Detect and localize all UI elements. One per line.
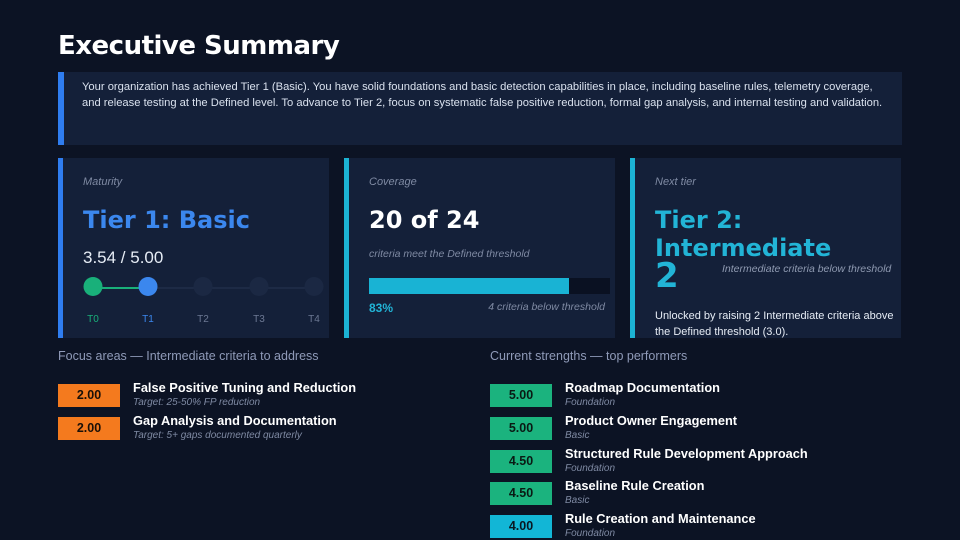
next-tier-name: Tier 2: Intermediate	[655, 206, 832, 262]
criterion-name: Roadmap Documentation	[565, 380, 720, 395]
tier-step-dot	[138, 277, 158, 296]
next-tier-label: Next tier	[655, 176, 696, 188]
criterion-tier: Basic	[565, 495, 590, 507]
criterion-name: Baseline Rule Creation	[565, 478, 705, 494]
next-tier-count-note: Intermediate criteria below threshold	[722, 263, 892, 275]
criterion-name: Structured Rule Development Approach	[565, 445, 808, 461]
tier-step-dot	[304, 277, 324, 296]
criterion-target: Target: 5+ gaps documented quarterly	[133, 430, 302, 441]
coverage-subtext: criteria meet the Defined threshold	[369, 248, 530, 260]
score-badge: 2.00	[58, 417, 120, 440]
score-badge: 4.00	[490, 515, 552, 539]
maturity-card: Maturity Tier 1: Basic 3.54 / 5.00 T0 T1 T…	[58, 158, 329, 338]
score-badge: 2.00	[58, 384, 120, 407]
tier-step-label: T1	[142, 314, 154, 325]
coverage-percent: 83%	[369, 301, 394, 315]
score-badge: 5.00	[490, 384, 552, 407]
criterion-name: False Positive Tuning and Reduction	[133, 380, 357, 395]
coverage-card: Coverage 20 of 24 criteria meet the Defi…	[344, 158, 615, 338]
criterion-name: Product Owner Engagement	[565, 412, 738, 428]
strengths-heading: Current strengths — top performers	[490, 349, 688, 363]
maturity-label: Maturity	[83, 176, 123, 188]
score-badge: 5.00	[490, 416, 552, 440]
tier-step-label: T0	[87, 314, 99, 325]
focus-areas-heading: Focus areas — Intermediate criteria to a…	[58, 349, 319, 363]
coverage-progress-bar	[369, 278, 610, 294]
next-tier-count: 2	[655, 256, 679, 296]
criterion-name: Gap Analysis and Documentation	[133, 413, 337, 428]
summary-callout: Your organization has achieved Tier 1 (B…	[58, 72, 902, 145]
coverage-note: 4 criteria below threshold	[488, 301, 605, 313]
tier-step-label: T2	[197, 314, 209, 325]
coverage-label: Coverage	[369, 176, 417, 188]
tier-step-label: T4	[308, 314, 320, 325]
criterion-tier: Basic	[565, 429, 590, 441]
criterion-name: Rule Creation and Maintenance	[565, 511, 756, 527]
next-tier-unlock-text: Unlocked by raising 2 Intermediate crite…	[655, 310, 894, 338]
criterion-target: Target: 25-50% FP reduction	[133, 397, 261, 408]
page-title: Executive Summary	[58, 31, 340, 61]
maturity-tier: Tier 1: Basic	[83, 206, 250, 234]
maturity-score: 3.54 / 5.00	[83, 248, 164, 267]
summary-text: Your organization has achieved Tier 1 (B…	[82, 81, 883, 109]
score-badge: 4.50	[490, 482, 552, 506]
tier-step-label: T3	[253, 314, 265, 325]
tier-step-dot	[83, 277, 103, 296]
tier-step-dot	[249, 277, 269, 296]
score-badge: 4.50	[490, 449, 552, 473]
criterion-tier: Foundation	[565, 528, 616, 540]
next-tier-card: Next tier Tier 2: Intermediate 2 Interme…	[630, 158, 901, 338]
tier-step-dot	[193, 277, 213, 296]
criterion-tier: Foundation	[565, 397, 616, 408]
coverage-value: 20 of 24	[369, 206, 480, 234]
coverage-progress-fill	[369, 278, 570, 294]
criterion-tier: Foundation	[565, 462, 616, 474]
